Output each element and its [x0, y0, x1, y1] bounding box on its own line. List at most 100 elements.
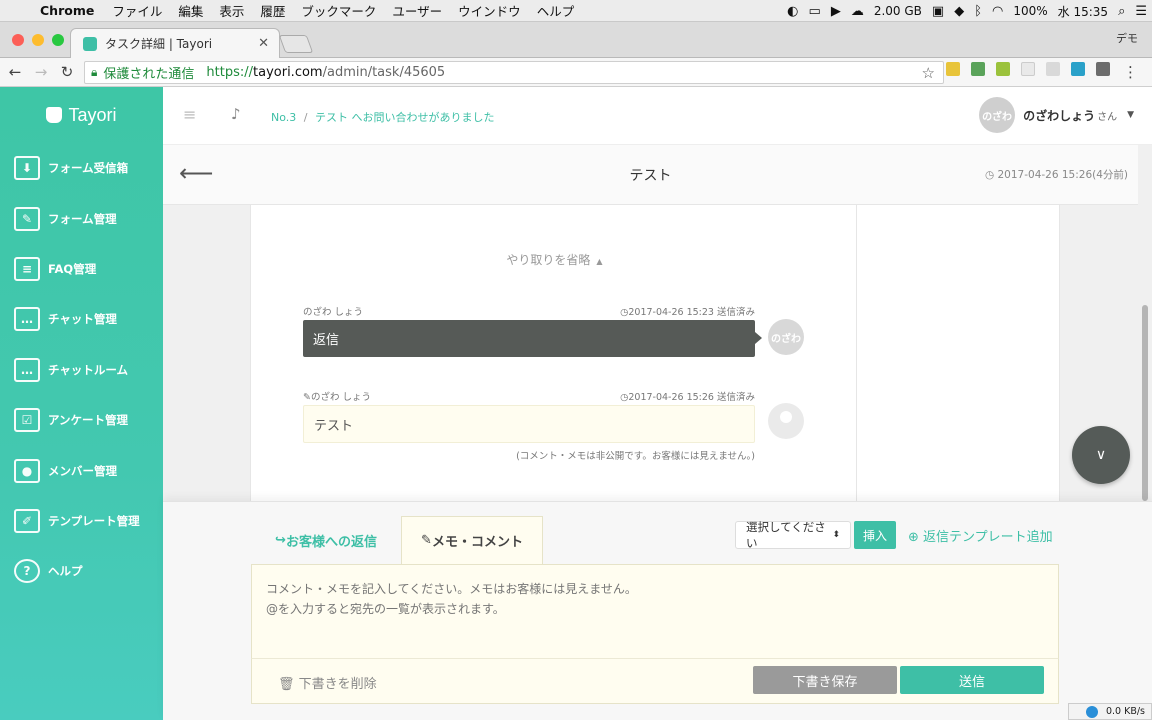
menu-view[interactable]: 表示 [219, 1, 244, 20]
battery-indicator[interactable]: 100% [1013, 4, 1047, 18]
sidebar-item-templates[interactable]: ✐ テンプレート管理 [0, 496, 163, 546]
menu-history[interactable]: 履歴 [260, 1, 285, 20]
zoom-window-icon[interactable] [52, 34, 64, 46]
chat-room-icon: … [14, 357, 40, 382]
faq-list-icon: ≡ [14, 256, 40, 281]
sidebar: Tayori ⬇ フォーム受信箱 ✎ フォーム管理 ≡ FAQ管理 … チャット… [0, 87, 163, 720]
brand-logo[interactable]: Tayori [0, 87, 163, 143]
tab-label: メモ・コメント [431, 535, 523, 550]
message-memo: ✎のざわ しょう ◷2017-04-26 15:26 送信済み テスト [303, 389, 755, 443]
extension-2-icon[interactable] [971, 62, 985, 76]
menu-file[interactable]: ファイル [112, 1, 162, 20]
memo-textarea[interactable] [251, 564, 1059, 658]
status-dropbox-icon[interactable]: ◆ [954, 4, 964, 19]
hamburger-menu-icon[interactable]: ≡ [183, 105, 196, 124]
collapse-thread-toggle[interactable]: やり取りを省略 ▲ [251, 251, 858, 268]
secure-label: 保護された通信 [103, 67, 195, 82]
avatar: のざわ [768, 319, 804, 355]
address-bar[interactable]: 🔒︎ 保護された通信 https://tayori.com/admin/task… [84, 61, 944, 84]
extension-5-icon[interactable] [1046, 62, 1060, 76]
collapse-label: やり取りを省略 [506, 253, 591, 267]
status-bluetooth-icon[interactable]: ᛒ [974, 4, 982, 19]
spotlight-search-icon[interactable]: ⌕ [1118, 4, 1125, 19]
profile-name[interactable]: デモ [1116, 30, 1138, 46]
menu-status-area: ◐ ▭ ▶ ☁ 2.00 GB ▣ ◆ ᛒ ◠ 100% 水 15:35 ⌕ ☰ [782, 0, 1152, 22]
reply-arrow-icon: ↪ [275, 532, 286, 548]
clock[interactable]: 水 15:35 [1058, 3, 1108, 20]
sidebar-item-chat-room[interactable]: … チャットルーム [0, 345, 163, 395]
message-reply: のざわ しょう ◷2017-04-26 15:23 送信済み 返信 [303, 304, 762, 357]
template-icon: ✐ [14, 508, 40, 533]
sidebar-item-label: フォーム受信箱 [48, 161, 129, 176]
extension-1-icon[interactable] [946, 62, 960, 76]
status-cloud-icon[interactable]: ☁ [851, 4, 864, 19]
message-time-text: 2017-04-26 15:26 送信済み [628, 392, 755, 403]
menu-bookmarks[interactable]: ブックマーク [301, 1, 376, 20]
menu-help[interactable]: ヘルプ [537, 1, 575, 20]
message-author: ✎のざわ しょう [303, 389, 371, 405]
message-author: のざわ しょう [303, 307, 364, 318]
sidebar-item-members[interactable]: ● メンバー管理 [0, 445, 163, 495]
notification-bell-icon[interactable]: ♪ [231, 105, 241, 123]
sidebar-item-form-management[interactable]: ✎ フォーム管理 [0, 193, 163, 243]
close-window-icon[interactable] [12, 34, 24, 46]
tab-memo-comment[interactable]: ✎ メモ・コメント [401, 516, 543, 564]
add-template-link[interactable]: ⊕ 返信テンプレート追加 [908, 526, 1053, 545]
status-app-icon[interactable]: ◐ [787, 4, 798, 19]
extension-7-icon[interactable] [1096, 62, 1110, 76]
browser-menu-icon[interactable]: ⋮ [1123, 63, 1138, 81]
menu-edit[interactable]: 編集 [178, 1, 203, 20]
chevron-down-icon: ▼ [1127, 110, 1134, 120]
close-tab-icon[interactable]: ✕ [258, 36, 269, 51]
task-timestamp: ◷ 2017-04-26 15:26(4分前) [985, 169, 1128, 181]
add-template-label: 返信テンプレート追加 [923, 530, 1053, 545]
breadcrumb-current: テスト へお問い合わせがありました [314, 111, 495, 124]
status-play-icon[interactable]: ▶ [831, 4, 841, 19]
user-menu[interactable]: のざわ のざわしょう さん ▼ [979, 97, 1134, 133]
insert-button[interactable]: 挿入 [854, 521, 896, 549]
sidebar-item-label: FAQ管理 [48, 261, 97, 276]
scroll-down-button[interactable]: ∨ [1072, 426, 1130, 484]
trash-icon: 🗑︎ [278, 677, 295, 692]
forward-arrow-icon[interactable]: → [30, 63, 52, 81]
reply-panel: ↪ お客様への返信 ✎ メモ・コメント 選択してください ⬍ 挿入 ⊕ 返信テンプレ… [163, 501, 1152, 720]
status-box-icon[interactable]: ▣ [932, 4, 944, 19]
sidebar-item-faq[interactable]: ≡ FAQ管理 [0, 244, 163, 294]
scrollbar[interactable] [1142, 305, 1148, 501]
message-time-text: 2017-04-26 15:23 送信済み [628, 307, 755, 318]
extension-4-icon[interactable] [1021, 62, 1035, 76]
wifi-icon[interactable]: ◠ [992, 4, 1003, 19]
network-speed-widget: 0.0 KB/s [1068, 703, 1152, 720]
menu-people[interactable]: ユーザー [392, 1, 442, 20]
app-header: ≡ ♪ No.3 / テスト へお問い合わせがありました のざわ のざわしょう … [163, 87, 1152, 145]
memory-indicator[interactable]: 2.00 GB [874, 4, 922, 18]
back-arrow-icon[interactable]: ← [4, 63, 26, 81]
app-menu-chrome[interactable]: Chrome [40, 3, 94, 18]
os-menu-bar: Chrome ファイル 編集 表示 履歴 ブックマーク ユーザー ウインドウ ヘ… [0, 0, 1152, 22]
delete-draft-button[interactable]: 🗑︎ 下書きを削除 [278, 673, 377, 692]
notification-center-icon[interactable]: ☰ [1135, 4, 1147, 19]
reload-icon[interactable]: ↻ [56, 63, 78, 81]
reply-footer: 🗑︎ 下書きを削除 下書き保存 送信 [251, 658, 1059, 704]
template-select[interactable]: 選択してください ⬍ [735, 520, 851, 550]
browser-tab-active[interactable]: タスク詳細 | Tayori ✕ [70, 28, 280, 58]
extension-6-icon[interactable] [1071, 62, 1085, 76]
sidebar-item-help[interactable]: ? ヘルプ [0, 546, 163, 596]
send-button[interactable]: 送信 [900, 666, 1044, 694]
sidebar-item-survey[interactable]: ☑ アンケート管理 [0, 395, 163, 445]
sidebar-item-form-inbox[interactable]: ⬇ フォーム受信箱 [0, 143, 163, 193]
minimize-window-icon[interactable] [32, 34, 44, 46]
message-author-text: のざわ しょう [310, 392, 371, 403]
browser-toolbar: ← → ↻ 🔒︎ 保護された通信 https://tayori.com/admi… [0, 58, 1152, 87]
status-display-icon[interactable]: ▭ [809, 4, 821, 19]
new-tab-button[interactable] [278, 35, 314, 53]
sidebar-item-chat-management[interactable]: … チャット管理 [0, 294, 163, 344]
pencil-icon: ✎ [421, 533, 432, 548]
sidebar-item-label: ヘルプ [48, 564, 83, 579]
breadcrumb-task-number[interactable]: No.3 [271, 111, 296, 124]
save-draft-button[interactable]: 下書き保存 [753, 666, 897, 694]
menu-window[interactable]: ウインドウ [458, 1, 521, 20]
tab-customer-reply[interactable]: ↪ お客様への返信 [251, 516, 401, 564]
bookmark-star-icon[interactable]: ☆ [922, 64, 935, 82]
extension-3-icon[interactable] [996, 62, 1010, 76]
